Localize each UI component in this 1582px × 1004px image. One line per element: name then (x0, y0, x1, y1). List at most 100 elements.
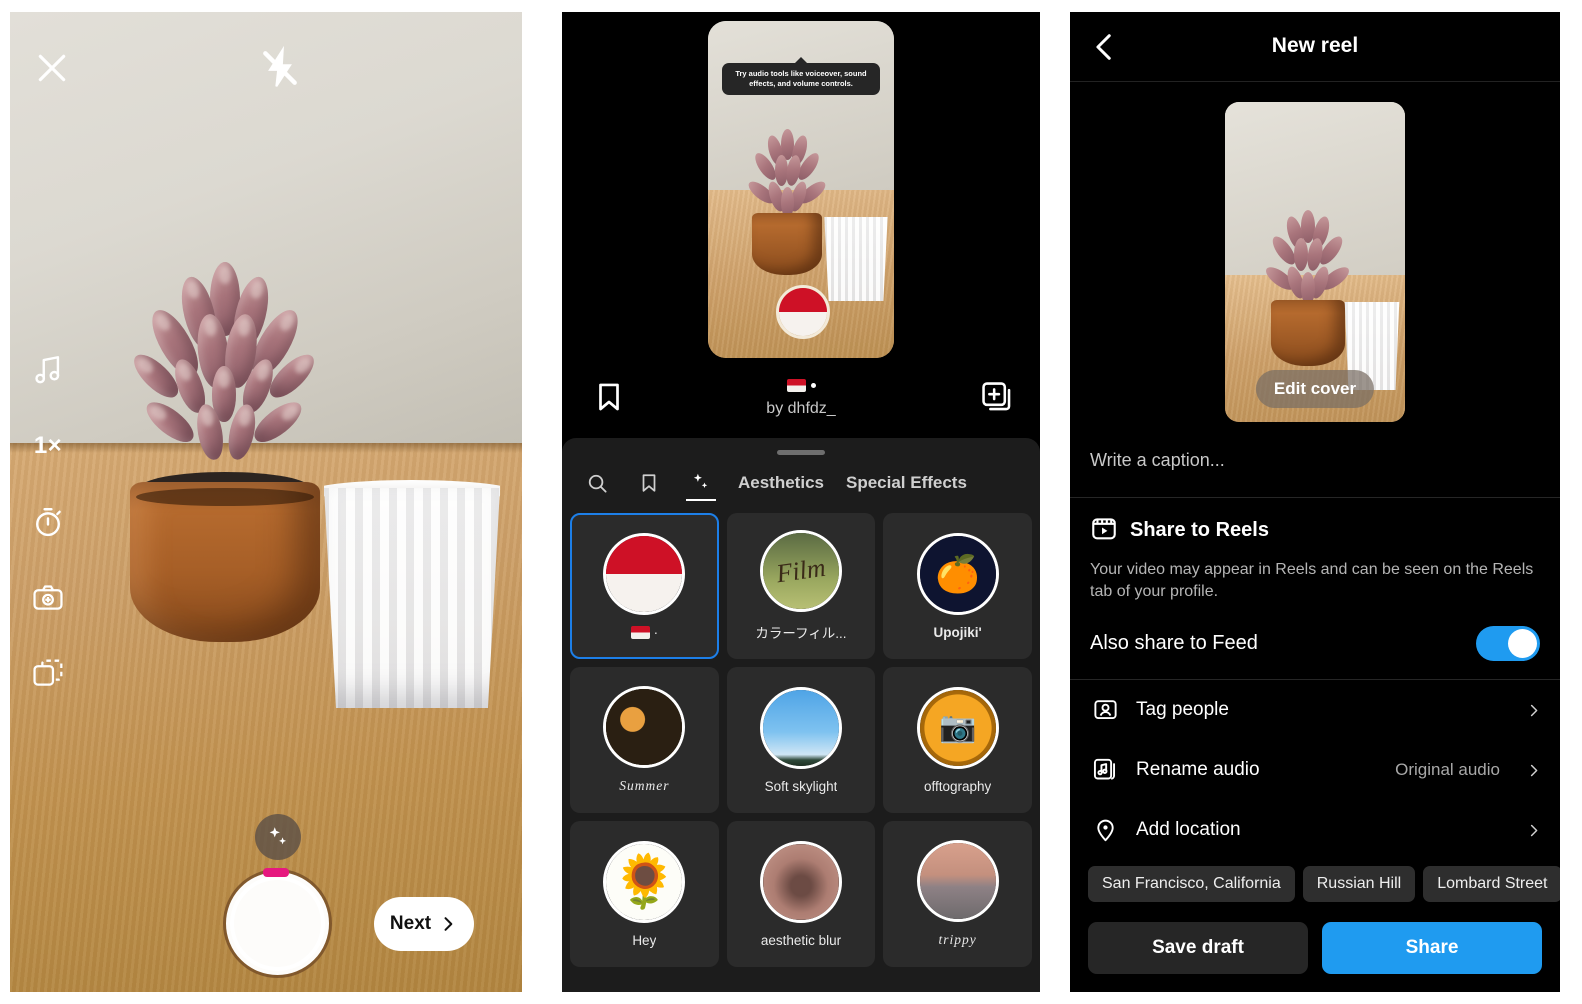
toggle-knob (1508, 628, 1537, 658)
effect-thumbnail: 🌻 (603, 840, 686, 923)
effect-name-row (562, 374, 1040, 396)
option-row-add-location[interactable]: Add location (1070, 800, 1560, 860)
effects-picker-screen: Try audio tools like voiceover, sound ef… (562, 12, 1040, 992)
effect-preview[interactable]: Try audio tools like voiceover, sound ef… (708, 21, 894, 358)
cover-section: Edit cover (1070, 82, 1560, 422)
tab-saved[interactable] (634, 474, 664, 501)
effect-cell-8[interactable]: trippy (883, 821, 1032, 967)
next-button[interactable]: Next (374, 897, 474, 951)
effect-action-bar: by dhfdz_ (562, 372, 1040, 438)
option-value: Original audio (1395, 759, 1500, 779)
effect-thumbnail (759, 530, 842, 612)
flash-off-icon[interactable] (258, 45, 302, 90)
effect-cell-3[interactable]: Summer (570, 667, 719, 813)
option-label: Tag people (1136, 698, 1229, 720)
indonesia-flag-icon (630, 625, 650, 639)
also-share-to-feed-label: Also share to Feed (1090, 631, 1258, 654)
location-chip[interactable]: Russian Hill (1302, 865, 1416, 902)
share-to-reels-title: Share to Reels (1130, 519, 1269, 541)
effect-label: Upojiki' (933, 624, 982, 640)
sidebar-item-camera-effects[interactable] (28, 578, 68, 618)
option-row-rename-audio[interactable]: Rename audio Original audio (1070, 740, 1560, 800)
preview-pot (752, 213, 822, 275)
sparkles-icon[interactable] (255, 814, 301, 860)
option-label: Rename audio (1136, 758, 1260, 780)
camera-tools-rail: 1× (28, 350, 84, 694)
effect-cell-7[interactable]: aesthetic blur (726, 821, 876, 967)
indonesia-flag-icon (786, 378, 806, 392)
effect-cell-4[interactable]: Soft skylight (726, 667, 876, 813)
effect-cell-0[interactable]: · (570, 513, 719, 659)
tab-special-effects[interactable]: Special Effects (846, 473, 967, 503)
option-row-tag-people[interactable]: Tag people (1070, 680, 1560, 740)
also-share-to-feed-toggle[interactable] (1476, 625, 1540, 661)
shutter-button[interactable] (226, 872, 329, 975)
tab-aesthetics[interactable]: Aesthetics (738, 473, 824, 503)
cover-pot (1271, 300, 1345, 366)
sidebar-item-timer[interactable] (28, 502, 68, 542)
effect-cell-2[interactable]: 🍊 Upojiki' (883, 513, 1032, 659)
tab-search[interactable] (582, 474, 612, 501)
sidebar-item-layout[interactable] (28, 654, 68, 694)
chevron-right-icon (1526, 763, 1540, 777)
effect-cell-6[interactable]: 🌻 Hey (570, 821, 719, 967)
preview-glass (824, 217, 888, 301)
effect-label: Soft skylight (764, 778, 838, 794)
effect-label: Summer (619, 778, 670, 793)
share-to-reels-header: Share to Reels (1090, 514, 1540, 547)
reel-header: New reel (1070, 12, 1560, 82)
effect-label: trippy (938, 932, 977, 947)
next-button-label: Next (389, 913, 432, 934)
sidebar-item-audio[interactable] (28, 350, 68, 390)
search-icon (588, 474, 607, 493)
effect-name-dot (810, 382, 816, 388)
effect-attribution[interactable]: by dhfdz_ (562, 374, 1040, 418)
effect-thumbnail (759, 840, 842, 923)
preview-plant (745, 129, 829, 225)
option-label: Add location (1136, 818, 1241, 840)
effect-cell-1[interactable]: カラーフィル... (726, 513, 876, 659)
close-icon[interactable] (32, 48, 72, 88)
add-to-collection-icon[interactable] (980, 380, 1014, 414)
tab-sparkles[interactable] (686, 473, 716, 501)
screenshot-stage: 1× Next Try audio tools like voiceover, … (0, 0, 1582, 1004)
effects-sheet: Aesthetics Special Effects · カラーフィル... 🍊 (562, 438, 1040, 992)
save-draft-button[interactable]: Save draft (1088, 922, 1308, 974)
reel-footer: Save draft Share (1070, 908, 1560, 992)
speed-label: 1× (33, 432, 63, 459)
cover-plant (1262, 210, 1353, 310)
applied-effect-badge (776, 285, 830, 339)
effect-thumbnail (603, 686, 686, 768)
effect-label: · (630, 624, 659, 640)
share-to-reels-description: Your video may appear in Reels and can b… (1090, 561, 1534, 601)
reels-icon (1090, 514, 1118, 547)
indonesia-flag-icon (779, 288, 827, 336)
effect-label: aesthetic blur (760, 932, 842, 948)
location-suggestions: San Francisco, California Russian Hill L… (1070, 860, 1560, 902)
page-title: New reel (1271, 34, 1359, 57)
effect-thumbnail: 📷 (916, 686, 999, 769)
share-button[interactable]: Share (1322, 922, 1542, 974)
sparkles-icon (693, 473, 708, 489)
effect-label: Hey (632, 932, 657, 948)
effect-cell-5[interactable]: 📷 offtography (883, 667, 1032, 813)
effect-author: by dhfdz_ (766, 400, 836, 417)
chevron-right-icon (444, 917, 453, 931)
new-reel-screen: New reel Edit cover Write a caption... S… (1070, 12, 1560, 992)
effect-thumbnail (759, 686, 842, 769)
effect-label-dot: · (653, 624, 659, 640)
location-chip[interactable]: San Francisco, California (1088, 865, 1295, 902)
reel-cover-thumbnail[interactable]: Edit cover (1225, 102, 1405, 422)
caption-input[interactable]: Write a caption... (1070, 422, 1560, 497)
effect-thumbnail: 🍊 (916, 532, 999, 615)
drinking-glass (324, 488, 500, 708)
edit-cover-button[interactable]: Edit cover (1255, 370, 1375, 408)
recording-progress-indicator (263, 868, 289, 877)
effect-thumbnail (603, 532, 686, 615)
location-chip[interactable]: Lombard Street (1423, 865, 1560, 902)
sidebar-item-speed[interactable]: 1× (28, 426, 68, 466)
also-share-to-feed-row: Also share to Feed (1090, 625, 1540, 661)
camera-capture-screen: 1× Next (10, 12, 522, 992)
effects-tab-bar: Aesthetics Special Effects (562, 455, 1040, 503)
location-pin-icon (1090, 815, 1120, 845)
